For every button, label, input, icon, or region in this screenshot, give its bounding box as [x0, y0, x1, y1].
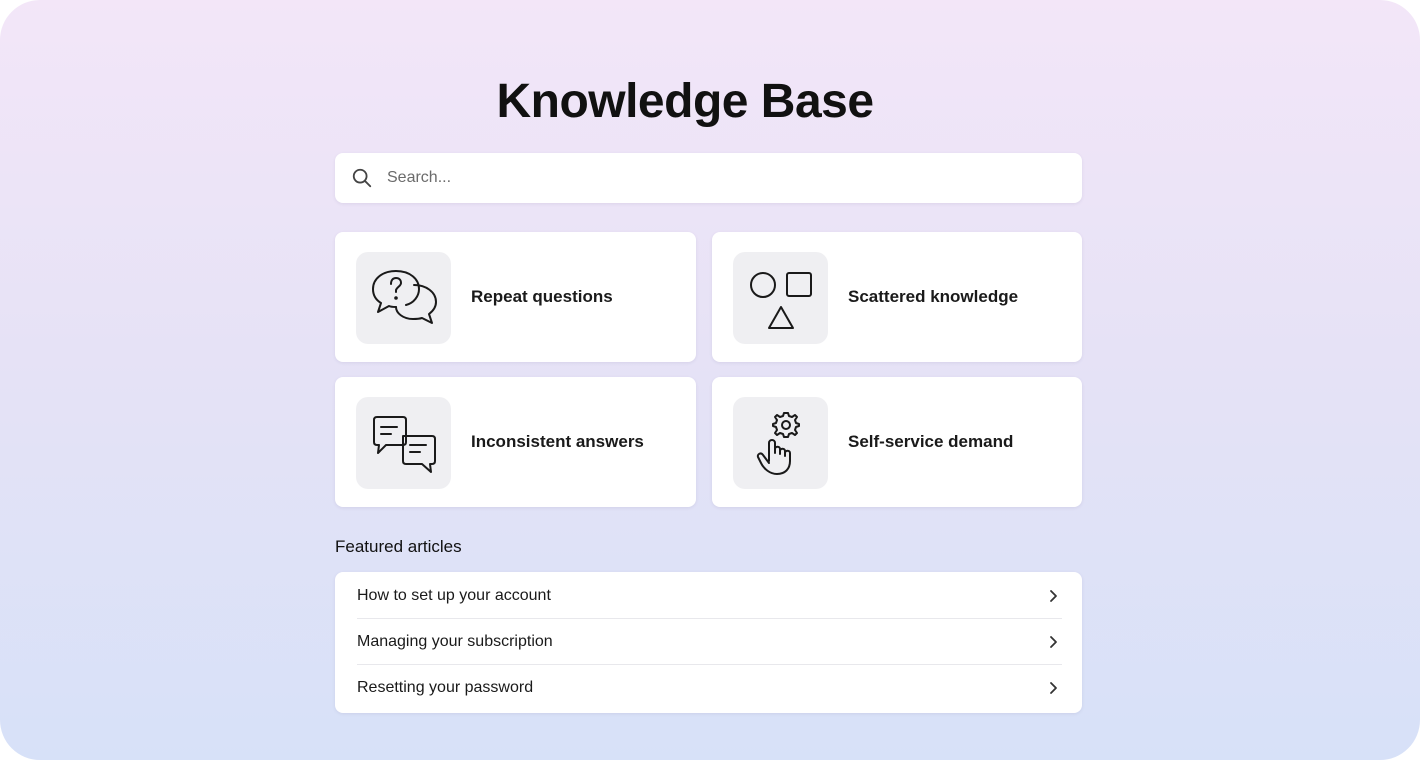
question-chat-bubbles-icon	[372, 270, 437, 324]
app-window: Knowledge Base Repeat questions	[0, 0, 1420, 760]
card-label: Scattered knowledge	[848, 287, 1019, 306]
card-repeat-questions[interactable]: Repeat questions	[335, 232, 696, 362]
article-label: Managing your subscription	[357, 633, 553, 650]
featured-articles-list: How to set up your account Managing your…	[335, 572, 1082, 713]
featured-articles-heading: Featured articles	[335, 537, 462, 556]
page-title: Knowledge Base	[496, 75, 874, 128]
article-label: How to set up your account	[357, 587, 551, 604]
card-label: Inconsistent answers	[471, 432, 644, 451]
shapes-icon	[750, 272, 812, 329]
search-input[interactable]	[387, 153, 1067, 203]
card-inconsistent-answers[interactable]: Inconsistent answers	[335, 377, 696, 507]
chevron-right-icon	[1050, 682, 1057, 694]
article-link-managing-subscription[interactable]: Managing your subscription	[335, 619, 1082, 665]
card-icon-tile	[356, 252, 451, 344]
article-link-resetting-password[interactable]: Resetting your password	[335, 665, 1082, 711]
card-label: Repeat questions	[471, 287, 613, 306]
card-label: Self-service demand	[848, 432, 1014, 451]
article-link-setup-account[interactable]: How to set up your account	[335, 573, 1082, 619]
chevron-right-icon	[1050, 636, 1057, 648]
search-bar[interactable]	[335, 153, 1082, 203]
card-icon-tile	[733, 252, 828, 344]
article-label: Resetting your password	[357, 679, 534, 696]
search-icon	[352, 168, 372, 188]
chevron-right-icon	[1050, 590, 1057, 602]
hand-gear-icon	[756, 412, 800, 475]
card-scattered-knowledge[interactable]: Scattered knowledge	[712, 232, 1082, 362]
card-self-service-demand[interactable]: Self-service demand	[712, 377, 1082, 507]
card-icon-tile	[733, 397, 828, 489]
text-chat-bubbles-icon	[373, 416, 436, 473]
card-icon-tile	[356, 397, 451, 489]
